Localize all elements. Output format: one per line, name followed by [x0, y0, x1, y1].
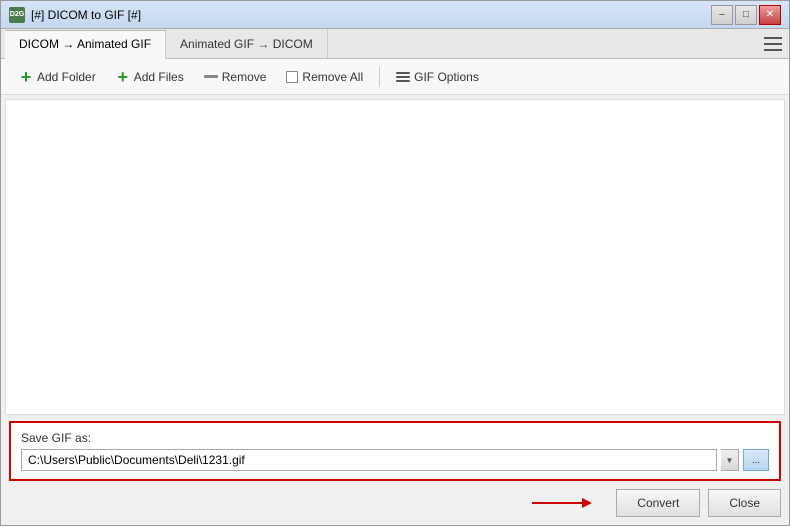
toolbar-separator — [379, 67, 380, 87]
bottom-panel: Save GIF as: ▼ ... Convert Close — [1, 415, 789, 525]
file-list-area — [5, 99, 785, 415]
remove-button[interactable]: Remove — [196, 67, 275, 87]
add-files-button[interactable]: + Add Files — [108, 67, 192, 87]
minimize-button[interactable]: – — [711, 5, 733, 25]
hamburger-menu-icon[interactable] — [757, 29, 789, 59]
tab-gif-to-dicom[interactable]: Animated GIF → DICOM — [166, 29, 328, 58]
save-as-input[interactable] — [21, 449, 717, 471]
add-files-icon: + — [116, 70, 130, 84]
close-button[interactable]: Close — [708, 489, 781, 517]
browse-button[interactable]: ... — [743, 449, 769, 471]
save-as-row: ▼ ... — [21, 449, 769, 471]
gif-options-button[interactable]: GIF Options — [388, 67, 487, 87]
save-as-label: Save GIF as: — [21, 431, 769, 445]
window-title: [#] DICOM to GIF [#] — [31, 8, 705, 22]
convert-button[interactable]: Convert — [616, 489, 700, 517]
save-path-dropdown-button[interactable]: ▼ — [721, 449, 739, 471]
tab-dicom-to-gif[interactable]: DICOM → Animated GIF — [5, 30, 166, 59]
arrow-indicator — [9, 493, 608, 513]
add-folder-button[interactable]: + Add Folder — [11, 67, 104, 87]
close-window-button[interactable]: ✕ — [759, 5, 781, 25]
save-as-panel: Save GIF as: ▼ ... — [9, 421, 781, 481]
remove-icon — [204, 75, 218, 78]
action-row: Convert Close — [9, 487, 781, 519]
remove-all-button[interactable]: Remove All — [278, 67, 371, 87]
maximize-button[interactable]: □ — [735, 5, 757, 25]
add-folder-icon: + — [19, 70, 33, 84]
gif-options-icon — [396, 72, 410, 82]
main-window: D2G [#] DICOM to GIF [#] – □ ✕ DICOM → A… — [0, 0, 790, 526]
tab-bar: DICOM → Animated GIF Animated GIF → DICO… — [1, 29, 789, 59]
title-bar: D2G [#] DICOM to GIF [#] – □ ✕ — [1, 1, 789, 29]
remove-all-icon — [286, 71, 298, 83]
window-controls: – □ ✕ — [711, 5, 781, 25]
app-icon: D2G — [9, 7, 25, 23]
toolbar: + Add Folder + Add Files Remove Remove A… — [1, 59, 789, 95]
